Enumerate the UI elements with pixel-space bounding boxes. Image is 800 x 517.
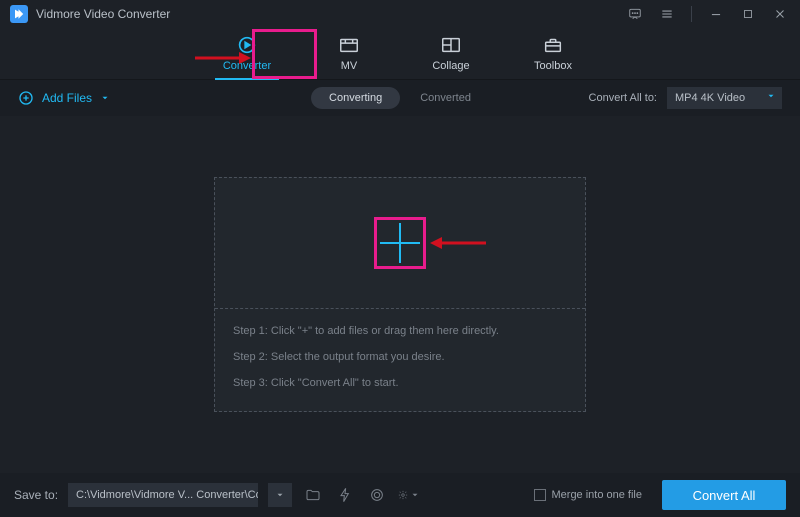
plus-circle-icon xyxy=(18,90,34,106)
converter-icon xyxy=(236,34,258,56)
add-files-button[interactable]: Add Files xyxy=(18,90,110,106)
step-text: Step 3: Click "Convert All" to start. xyxy=(233,377,567,389)
dropzone[interactable]: Step 1: Click "+" to add files or drag t… xyxy=(214,177,586,412)
checkbox-icon xyxy=(534,489,546,501)
dropzone-top xyxy=(215,178,585,308)
merge-label: Merge into one file xyxy=(552,489,643,501)
gpu-accel-button[interactable] xyxy=(334,484,356,506)
status-tabs: Converting Converted xyxy=(311,87,489,109)
convert-all-button[interactable]: Convert All xyxy=(662,480,786,510)
tab-label: Collage xyxy=(432,60,469,72)
tab-converter[interactable]: Converter xyxy=(217,28,277,79)
main-tabs: Converter MV Collage Toolbox xyxy=(0,28,800,80)
step-text: Step 1: Click "+" to add files or drag t… xyxy=(233,325,567,337)
chevron-down-icon xyxy=(100,93,110,103)
close-icon[interactable] xyxy=(768,2,792,26)
large-plus-icon[interactable] xyxy=(380,223,420,263)
minimize-icon[interactable] xyxy=(704,2,728,26)
bottom-toolbar: Save to: C:\Vidmore\Vidmore V... Convert… xyxy=(0,473,800,517)
save-to-label: Save to: xyxy=(14,488,58,502)
add-files-label: Add Files xyxy=(42,91,92,105)
app-title: Vidmore Video Converter xyxy=(36,7,170,21)
merge-checkbox[interactable]: Merge into one file xyxy=(534,489,643,501)
output-format-select[interactable]: MP4 4K Video xyxy=(667,87,782,109)
convert-all-to-label: Convert All to: xyxy=(589,92,657,104)
chevron-down-icon xyxy=(410,487,420,503)
tab-mv[interactable]: MV xyxy=(319,28,379,79)
instructions: Step 1: Click "+" to add files or drag t… xyxy=(215,309,585,411)
divider xyxy=(691,6,692,22)
collage-icon xyxy=(440,34,462,56)
convert-all-label: Convert All xyxy=(693,488,756,503)
main-area: Step 1: Click "+" to add files or drag t… xyxy=(0,116,800,473)
feedback-icon[interactable] xyxy=(623,2,647,26)
high-speed-button[interactable] xyxy=(366,484,388,506)
mv-icon xyxy=(338,34,360,56)
logo-icon xyxy=(10,5,28,23)
status-converted-tab[interactable]: Converted xyxy=(402,87,489,109)
format-value: MP4 4K Video xyxy=(675,92,745,104)
open-folder-button[interactable] xyxy=(302,484,324,506)
tab-toolbox[interactable]: Toolbox xyxy=(523,28,583,79)
status-converting-tab[interactable]: Converting xyxy=(311,87,400,109)
tab-collage[interactable]: Collage xyxy=(421,28,481,79)
chevron-down-icon xyxy=(766,91,776,104)
title-bar: Vidmore Video Converter xyxy=(0,0,800,28)
toolbox-icon xyxy=(542,34,564,56)
menu-icon[interactable] xyxy=(655,2,679,26)
chevron-down-icon xyxy=(275,490,285,500)
sub-toolbar: Add Files Converting Converted Convert A… xyxy=(0,80,800,116)
path-dropdown-button[interactable] xyxy=(268,483,292,507)
settings-button[interactable] xyxy=(398,484,420,506)
maximize-icon[interactable] xyxy=(736,2,760,26)
save-path-field[interactable]: C:\Vidmore\Vidmore V... Converter\Conver… xyxy=(68,483,258,507)
tab-label: Converter xyxy=(223,60,271,72)
annotation-arrow-icon xyxy=(430,233,486,253)
tab-label: MV xyxy=(341,60,358,72)
step-text: Step 2: Select the output format you des… xyxy=(233,351,567,363)
tab-label: Toolbox xyxy=(534,60,572,72)
